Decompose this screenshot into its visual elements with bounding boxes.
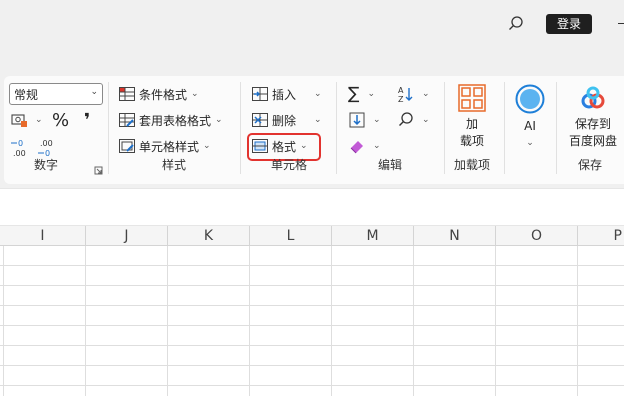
sort-az-icon: AZ xyxy=(397,85,415,104)
save-to-baidu-button[interactable]: 保存到 百度网盘 xyxy=(562,84,624,150)
column-header[interactable]: J xyxy=(86,226,168,246)
delete-button[interactable]: 删除 ⌄ xyxy=(251,109,322,131)
column-header[interactable]: P xyxy=(578,226,624,246)
editing-group-label: 编辑 xyxy=(377,158,402,172)
column-header[interactable]: M xyxy=(332,226,414,246)
group-divider xyxy=(504,82,505,174)
accounting-format-button[interactable]: ⌄ xyxy=(10,109,43,131)
sort-filter-button[interactable]: AZ ⌄ xyxy=(397,83,430,105)
ai-orb-icon xyxy=(515,84,545,114)
minimize-button[interactable] xyxy=(618,23,624,24)
addins-label-line1: 加 xyxy=(465,117,478,131)
table-format-button[interactable]: 套用表格格式 ⌄ xyxy=(118,109,223,131)
eraser-icon xyxy=(348,137,366,155)
table-format-label: 套用表格格式 xyxy=(139,113,212,128)
svg-text:A: A xyxy=(398,86,404,95)
percent-style-button[interactable]: % xyxy=(52,109,69,131)
insert-cells-icon xyxy=(251,85,269,103)
cell-styles-label: 单元格样式 xyxy=(139,139,200,154)
cells-group-label: 单元格 xyxy=(270,158,307,172)
chevron-down-icon: ⌄ xyxy=(215,115,223,125)
save-label-line1: 保存到 xyxy=(574,117,611,131)
sigma-icon: ∑ xyxy=(348,84,360,104)
table-format-icon xyxy=(118,111,136,129)
chevron-down-icon: ⌄ xyxy=(35,115,43,125)
cell-styles-icon xyxy=(118,137,136,155)
number-format-value: 常规 xyxy=(14,88,39,102)
title-bar: 登录 xyxy=(0,0,624,48)
column-header[interactable]: O xyxy=(496,226,578,246)
conditional-format-button[interactable]: 条件格式 ⌄ xyxy=(118,83,199,105)
group-divider xyxy=(556,82,557,174)
increase-decimal-button[interactable]: 0.00 xyxy=(10,136,32,158)
group-divider xyxy=(240,82,241,174)
group-divider xyxy=(444,82,445,174)
chevron-down-icon: ⌄ xyxy=(203,141,211,151)
search-icon[interactable] xyxy=(506,14,526,34)
chevron-down-icon: ⌄ xyxy=(373,115,381,125)
group-divider xyxy=(336,82,337,174)
search-icon xyxy=(397,111,415,129)
column-header[interactable]: I xyxy=(0,226,86,246)
save-label-line2: 百度网盘 xyxy=(568,134,617,148)
chevron-down-icon: ⌄ xyxy=(422,115,430,125)
chevron-down-icon: ⌄ xyxy=(191,89,199,99)
chevron-down-icon: ⌄ xyxy=(314,115,322,125)
delete-label: 删除 xyxy=(272,113,297,128)
svg-text:.00: .00 xyxy=(40,139,53,148)
conditional-format-label: 条件格式 xyxy=(139,87,188,102)
chevron-down-icon: ⌄ xyxy=(526,138,534,148)
cell-grid[interactable] xyxy=(0,246,624,396)
styles-group-label: 样式 xyxy=(161,158,186,172)
chevron-down-icon: ⌄ xyxy=(367,89,376,99)
chevron-down-icon: ⌄ xyxy=(373,141,381,151)
chevron-down-icon: ⌄ xyxy=(90,87,98,97)
addins-label-line2: 载项 xyxy=(459,134,484,148)
increase-decimal-icon: 0.00 xyxy=(10,138,28,158)
cell-styles-button[interactable]: 单元格样式 ⌄ xyxy=(118,135,211,157)
ai-button[interactable]: AI ⌄ xyxy=(510,84,550,152)
login-button[interactable]: 登录 xyxy=(546,14,592,34)
delete-cells-icon xyxy=(251,111,269,129)
addins-button[interactable]: 加 载项 xyxy=(452,84,492,150)
column-header[interactable]: N xyxy=(414,226,496,246)
insert-label: 插入 xyxy=(272,87,297,102)
fill-button[interactable]: ⌄ xyxy=(348,109,381,131)
column-header[interactable]: L xyxy=(250,226,332,246)
svg-text:0: 0 xyxy=(18,139,23,148)
baidu-cloud-icon xyxy=(579,84,607,112)
comma-style-button[interactable]: ❜ xyxy=(84,109,90,131)
insert-button[interactable]: 插入 ⌄ xyxy=(251,83,322,105)
formula-bar[interactable] xyxy=(0,188,624,226)
addins-grid-icon xyxy=(458,84,486,112)
conditional-format-icon xyxy=(118,85,136,103)
number-format-dropdown[interactable]: 常规 ⌄ xyxy=(9,83,103,105)
fill-down-icon xyxy=(348,111,366,129)
group-divider xyxy=(108,82,109,174)
ribbon: 常规 ⌄ ⌄ % ❜ 0.00 .00 0 数字 条件格式 ⌄ 套用表格格式 ⌄… xyxy=(4,76,624,184)
svg-text:Z: Z xyxy=(398,95,404,103)
decrease-decimal-button[interactable]: .00 0 xyxy=(36,136,58,158)
ai-label: AI xyxy=(524,119,536,133)
clear-button[interactable]: ⌄ xyxy=(348,135,381,157)
addins-group-label: 加载项 xyxy=(453,158,490,172)
number-group-label: 数字 xyxy=(33,158,58,172)
find-button[interactable]: ⌄ xyxy=(397,109,430,131)
chevron-down-icon: ⌄ xyxy=(314,89,322,99)
chevron-down-icon: ⌄ xyxy=(422,89,430,99)
save-group-label: 保存 xyxy=(577,158,602,172)
decrease-decimal-icon: .00 0 xyxy=(36,138,54,158)
column-header[interactable]: K xyxy=(168,226,250,246)
currency-icon xyxy=(10,111,28,129)
ribbon-area: 常规 ⌄ ⌄ % ❜ 0.00 .00 0 数字 条件格式 ⌄ 套用表格格式 ⌄… xyxy=(0,48,624,188)
autosum-button[interactable]: ∑ ⌄ xyxy=(348,83,375,105)
dialog-launcher-icon[interactable] xyxy=(94,164,103,175)
